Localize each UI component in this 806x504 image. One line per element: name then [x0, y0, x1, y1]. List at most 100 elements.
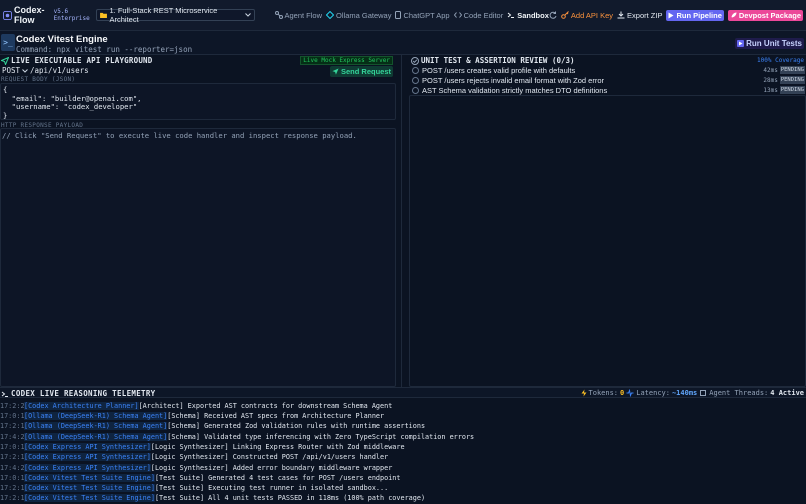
log-message: [Schema] Validated type inferencing with… [167, 433, 475, 441]
log-line: 17:2:15 [Codex Express API Synthesizer] [L… [0, 452, 388, 462]
nav-sandbox[interactable]: Sandbox [507, 11, 549, 20]
terminal-icon [507, 11, 515, 19]
chevron-down-icon [22, 68, 28, 73]
send-request-button[interactable]: Send Request [329, 66, 393, 77]
latency-label: Latency: [636, 389, 670, 397]
test-name: POST /users rejects invalid email format… [422, 75, 605, 85]
add-api-key-button[interactable]: Add API Key [561, 11, 613, 20]
brand[interactable]: Codex-Flow v5.6 Enterprise [3, 5, 92, 25]
terminal-icon [1, 390, 9, 398]
run-unit-tests-button[interactable]: Run Unit Tests [735, 38, 804, 49]
response-payload-panel: // Click "Send Request" to execute live … [0, 128, 396, 387]
log-line: 17:4:20 [Ollama (DeepSeek-R1) Schema Agen… [0, 432, 474, 442]
log-message: [Logic Synthesizer] Constructed POST /ap… [150, 453, 389, 461]
run-pipeline-label: Run Pipeline [676, 10, 722, 20]
playground-header: LIVE EXECUTABLE API PLAYGROUND [1, 56, 152, 65]
nav-sandbox-label: Sandbox [517, 10, 549, 20]
log-source: [Ollama (DeepSeek-R1) Schema Agent] [24, 422, 168, 430]
log-message: [Schema] Generated Zod validation rules … [167, 422, 426, 430]
run-pipeline-button[interactable]: Run Pipeline [666, 9, 724, 21]
method-select[interactable]: POST [2, 66, 28, 75]
response-placeholder: // Click "Send Request" to execute live … [2, 131, 357, 140]
test-review-title: UNIT TEST & ASSERTION REVIEW (0/3) [421, 56, 575, 65]
log-line: 17:0:10 [Codex Express API Synthesizer] [L… [0, 442, 405, 452]
pending-circle-icon [412, 66, 419, 74]
refresh-icon[interactable] [549, 11, 557, 19]
telemetry-log: 17:2:20 [Codex Architecture Planner] [Arch… [0, 398, 806, 504]
rocket-icon [730, 12, 737, 19]
threads-value: 4 Active [770, 389, 804, 397]
status-badge: PENDING [779, 76, 805, 84]
nav-chatgpt-app[interactable]: ChatGPT App [395, 10, 450, 20]
log-line: 17:2:15 [Codex Vitest Test Suite Engine][… [0, 493, 425, 503]
nav-ollama-gateway[interactable]: Ollama Gateway [326, 11, 391, 20]
log-time: 17:2:15 [0, 453, 29, 461]
telemetry-title: CODEX LIVE REASONING TELEMETRY [11, 389, 156, 398]
test-name: AST Schema validation strictly matches D… [422, 85, 608, 95]
mock-server-badge: Live Mock Express Server [300, 56, 393, 65]
log-time: 17:2:15 [0, 484, 29, 492]
main-nav: Agent Flow Ollama Gateway ChatGPT App Co… [274, 10, 549, 20]
engine-command: Command: npx vitest run --reporter=json [16, 45, 193, 54]
log-time: 17:4:20 [0, 433, 29, 441]
status-badge: PENDING [779, 66, 805, 74]
test-row[interactable]: AST Schema validation strictly matches D… [409, 85, 806, 95]
request-body-label: REQUEST BODY (JSON) [1, 76, 76, 83]
agent-flow-icon [274, 11, 283, 19]
test-row[interactable]: POST /users creates valid profile with d… [409, 65, 806, 75]
telemetry-title-group: CODEX LIVE REASONING TELEMETRY [1, 389, 155, 398]
log-line: 17:0:10 [Ollama (DeepSeek-R1) Schema Agen… [0, 411, 384, 421]
phone-icon [395, 11, 402, 19]
devpost-package-button[interactable]: Devpost Package [727, 9, 803, 21]
devpost-package-label: Devpost Package [738, 10, 801, 20]
test-duration: 42ms [763, 66, 778, 74]
key-icon [561, 11, 569, 19]
pending-circle-icon [412, 76, 419, 84]
telemetry-stats: Tokens: 0 Latency: ~140ms Agent Threads: 4 … [581, 389, 804, 397]
toolbar-actions: Add API Key Export ZIP Run Pipeline Devp… [549, 9, 803, 21]
send-icon [332, 68, 339, 75]
code-icon [453, 11, 462, 19]
pending-circle-icon [412, 86, 419, 94]
project-select-value: 1. Full-Stack REST Microservice Architec… [109, 6, 218, 24]
play-icon [668, 12, 674, 19]
log-source: [Codex Express API Synthesizer] [24, 464, 151, 472]
nav-code-editor[interactable]: Code Editor [453, 11, 503, 20]
endpoint-path-input[interactable]: /api/v1/users [30, 66, 89, 75]
engine-title: Codex Vitest Engine [16, 34, 108, 45]
log-time: 17:0:10 [0, 474, 29, 482]
log-source: [Codex Architecture Planner] [24, 402, 139, 410]
log-time: 17:0:10 [0, 412, 29, 420]
log-line: 17:2:15 [Codex Vitest Test Suite Engine][… [0, 483, 388, 493]
nav-ollama-gateway-label: Ollama Gateway [336, 10, 392, 20]
engine-header: >_ Codex Vitest Engine Command: npx vite… [0, 31, 806, 55]
logo-icon [3, 10, 12, 20]
project-select[interactable]: 1. Full-Stack REST Microservice Architec… [95, 6, 255, 24]
terminal-icon: >_ [1, 34, 15, 51]
log-time: 17:2:15 [0, 494, 29, 502]
download-icon [617, 11, 625, 19]
nav-agent-flow-label: Agent Flow [284, 10, 323, 20]
log-message: [Logic Synthesizer] Added error boundary… [150, 464, 393, 472]
log-message: [Test Suite] All 4 unit tests PASSED in … [154, 494, 426, 502]
log-source: [Codex Vitest Test Suite Engine] [24, 494, 155, 502]
coverage-badge: 100% Coverage [757, 57, 804, 64]
log-line: 17:4:20 [Codex Express API Synthesizer] [L… [0, 463, 392, 473]
log-source: [Ollama (DeepSeek-R1) Schema Agent] [24, 433, 168, 441]
log-time: 17:4:20 [0, 464, 29, 472]
test-row[interactable]: POST /users rejects invalid email format… [409, 75, 806, 85]
test-duration: 28ms [763, 76, 778, 84]
nav-chatgpt-app-label: ChatGPT App [403, 10, 450, 20]
log-message: [Logic Synthesizer] Linking Express Rout… [150, 443, 405, 451]
log-source: [Codex Vitest Test Suite Engine] [24, 484, 155, 492]
nav-agent-flow[interactable]: Agent Flow [274, 10, 323, 20]
chevron-down-icon [244, 13, 251, 17]
request-body-editor[interactable]: { "email": "builder@openai.com", "userna… [0, 83, 396, 120]
run-unit-tests-label: Run Unit Tests [746, 39, 802, 48]
add-api-key-label: Add API Key [570, 10, 614, 20]
cpu-icon [699, 389, 707, 397]
method-value: POST [2, 66, 21, 75]
gateway-icon [326, 11, 335, 19]
test-details-area [409, 95, 806, 387]
export-zip-button[interactable]: Export ZIP [617, 11, 662, 20]
